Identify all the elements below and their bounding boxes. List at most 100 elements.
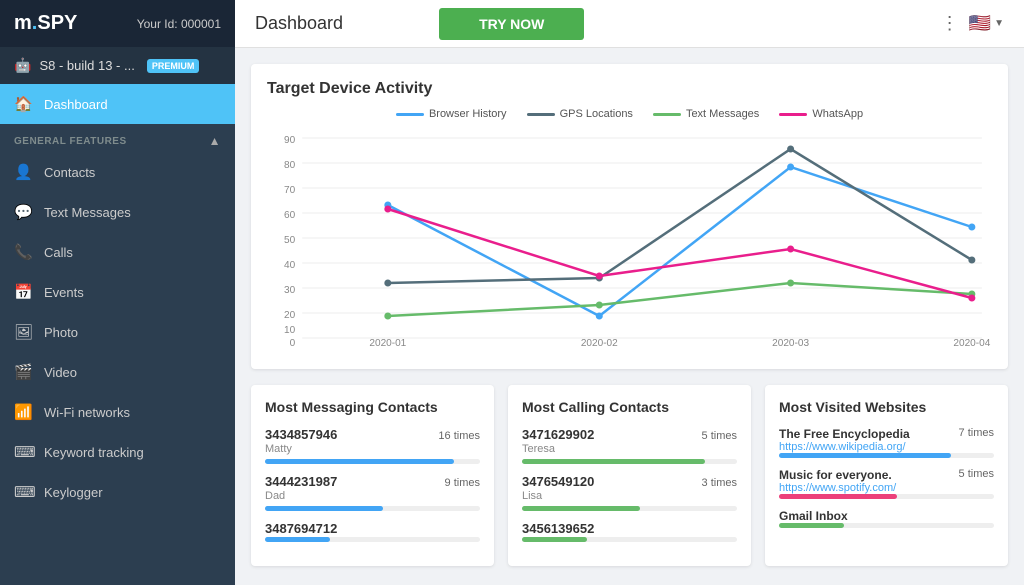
messaging-contact-0: 3434857946 16 times Matty [265, 427, 480, 464]
video-label: Video [44, 365, 77, 380]
svg-text:60: 60 [284, 210, 296, 221]
contact-times-1: 9 times [445, 477, 480, 489]
legend-color-gps [527, 113, 555, 116]
main-content: Dashboard TRY NOW ⋮ 🇺🇸 ▼ Target Device A… [235, 0, 1024, 585]
sidebar-item-video[interactable]: 🎬 Video [0, 352, 235, 392]
message-icon: 💬 [14, 203, 32, 221]
calling-number-0: 3471629902 [522, 427, 594, 442]
legend-browser: Browser History [396, 108, 507, 120]
contact-times-0: 16 times [438, 430, 480, 442]
home-icon: 🏠 [14, 95, 32, 113]
contact-number-2: 3487694712 [265, 521, 337, 536]
keylogger-label: Keylogger [44, 485, 103, 500]
website-2: Gmail Inbox [779, 509, 994, 528]
svg-text:2020-01: 2020-01 [369, 338, 406, 348]
chart-title: Target Device Activity [267, 80, 992, 98]
svg-text:80: 80 [284, 160, 296, 171]
svg-text:2020-02: 2020-02 [581, 338, 618, 348]
sidebar-item-calls[interactable]: 📞 Calls [0, 232, 235, 272]
contact-number-0: 3434857946 [265, 427, 337, 442]
most-messaging-title: Most Messaging Contacts [265, 399, 480, 415]
android-icon: 🤖 [14, 57, 31, 74]
contact-name-0: Matty [265, 443, 480, 455]
sidebar-item-dashboard[interactable]: 🏠 Dashboard [0, 84, 235, 124]
sidebar-item-events[interactable]: 📅 Events [0, 272, 235, 312]
calling-bar-1 [522, 506, 640, 511]
website-name-2: Gmail Inbox [779, 509, 848, 523]
legend-label-browser: Browser History [429, 108, 507, 120]
top-bar-right: ⋮ 🇺🇸 ▼ [941, 13, 1004, 34]
progress-bar-0 [265, 459, 454, 464]
website-bar-0 [779, 453, 951, 458]
legend-color-whatsapp [779, 113, 807, 116]
calling-contact-2: 3456139652 [522, 521, 737, 542]
sidebar-item-contacts[interactable]: 👤 Contacts [0, 152, 235, 192]
legend-gps: GPS Locations [527, 108, 633, 120]
svg-text:50: 50 [284, 235, 296, 246]
keylogger-icon: ⌨ [14, 483, 32, 501]
video-icon: 🎬 [14, 363, 32, 381]
website-0: The Free Encyclopedia https://www.wikipe… [779, 427, 994, 458]
most-visited-title: Most Visited Websites [779, 399, 994, 415]
device-bar: 🤖 S8 - build 13 - ... PREMIUM [0, 47, 235, 84]
device-name: S8 - build 13 - ... [39, 58, 134, 73]
contacts-label: Contacts [44, 165, 95, 180]
calls-label: Calls [44, 245, 73, 260]
sidebar-item-keyword-tracking[interactable]: ⌨ Keyword tracking [0, 432, 235, 472]
sidebar-item-wifi[interactable]: 📶 Wi-Fi networks [0, 392, 235, 432]
user-id: Your Id: 000001 [137, 17, 221, 31]
svg-text:10: 10 [284, 325, 296, 336]
section-label-general: GENERAL FEATURES ▲ [0, 124, 235, 152]
website-bar-1 [779, 494, 897, 499]
language-selector[interactable]: 🇺🇸 ▼ [969, 13, 1004, 34]
svg-text:90: 90 [284, 135, 296, 146]
activity-chart: 90 80 70 60 50 40 30 20 10 0 [267, 128, 992, 348]
cards-row: Most Messaging Contacts 3434857946 16 ti… [251, 385, 1008, 566]
most-visited-card: Most Visited Websites The Free Encyclope… [765, 385, 1008, 566]
try-now-button[interactable]: TRY NOW [439, 8, 584, 40]
legend-whatsapp: WhatsApp [779, 108, 863, 120]
sidebar-item-photo[interactable]: 🖼 Photo [0, 312, 235, 352]
wifi-label: Wi-Fi networks [44, 405, 130, 420]
svg-text:20: 20 [284, 310, 296, 321]
progress-bar-1 [265, 506, 383, 511]
premium-badge: PREMIUM [147, 59, 200, 73]
sidebar-item-keylogger[interactable]: ⌨ Keylogger [0, 472, 235, 512]
website-bar-2 [779, 523, 844, 528]
calling-name-1: Lisa [522, 490, 737, 502]
website-url-0[interactable]: https://www.wikipedia.org/ [779, 441, 910, 453]
messaging-contact-1: 3444231987 9 times Dad [265, 474, 480, 511]
flag-icon: 🇺🇸 [969, 13, 991, 34]
legend-color-browser [396, 113, 424, 116]
svg-text:2020-03: 2020-03 [772, 338, 809, 348]
more-options-icon[interactable]: ⋮ [941, 13, 959, 34]
contacts-icon: 👤 [14, 163, 32, 181]
wifi-icon: 📶 [14, 403, 32, 421]
svg-text:2020-04: 2020-04 [953, 338, 990, 348]
calling-number-1: 3476549120 [522, 474, 594, 489]
website-times-0: 7 times [959, 427, 994, 439]
dashboard-content: Target Device Activity Browser History G… [235, 48, 1024, 585]
events-label: Events [44, 285, 84, 300]
calling-name-0: Teresa [522, 443, 737, 455]
keyword-tracking-label: Keyword tracking [44, 445, 144, 460]
website-name-1: Music for everyone. [779, 468, 896, 482]
calling-contact-1: 3476549120 3 times Lisa [522, 474, 737, 511]
logo: m.SPY [14, 12, 77, 35]
calling-times-1: 3 times [702, 477, 737, 489]
progress-bar-2 [265, 537, 330, 542]
calling-times-0: 5 times [702, 430, 737, 442]
sidebar-item-text-messages[interactable]: 💬 Text Messages [0, 192, 235, 232]
website-url-1[interactable]: https://www.spotify.com/ [779, 482, 896, 494]
legend-label-text: Text Messages [686, 108, 759, 120]
photo-label: Photo [44, 325, 78, 340]
website-name-0: The Free Encyclopedia [779, 427, 910, 441]
website-1: Music for everyone. https://www.spotify.… [779, 468, 994, 499]
top-bar: Dashboard TRY NOW ⋮ 🇺🇸 ▼ [235, 0, 1024, 48]
calling-bar-0 [522, 459, 705, 464]
legend-color-text [653, 113, 681, 116]
calling-number-2: 3456139652 [522, 521, 594, 536]
calling-contact-0: 3471629902 5 times Teresa [522, 427, 737, 464]
svg-text:0: 0 [290, 338, 296, 348]
website-times-1: 5 times [959, 468, 994, 480]
